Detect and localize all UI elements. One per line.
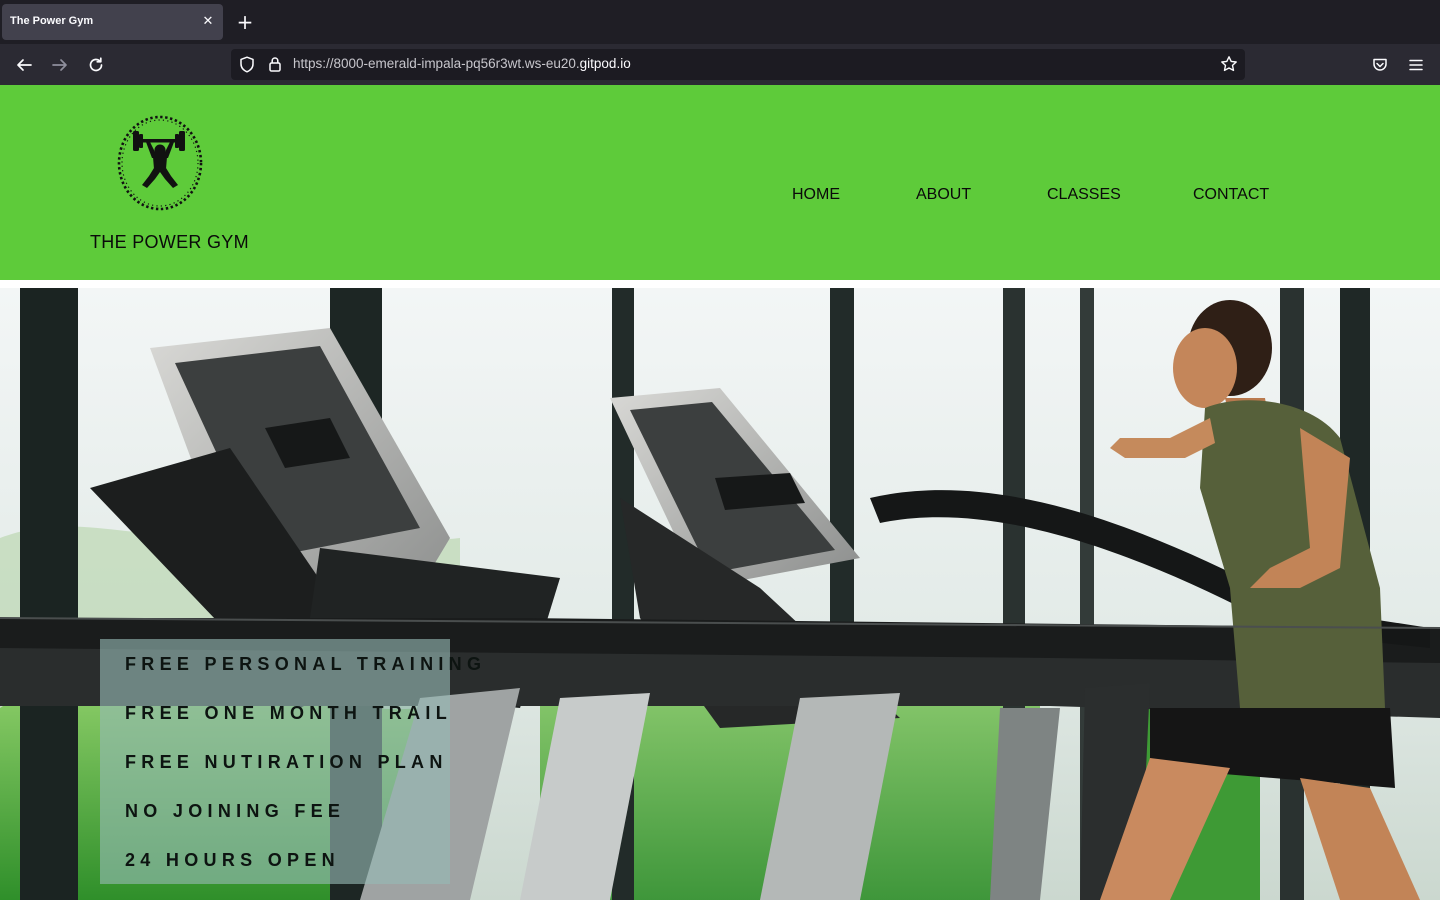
new-tab-icon[interactable]: + xyxy=(234,11,256,33)
tab-title: The Power Gym xyxy=(10,15,94,27)
hero-section: FREE PERSONAL TRAINING FREE ONE MONTH TR… xyxy=(0,288,1440,900)
offer-one-month-trial: FREE ONE MONTH TRAIL xyxy=(125,703,452,723)
star-icon[interactable] xyxy=(1217,52,1241,76)
browser-tab-bar: The Power Gym ✕ + xyxy=(0,0,1440,44)
browser-tab[interactable]: The Power Gym ✕ xyxy=(2,4,223,40)
nav-item-home[interactable]: HOME xyxy=(792,186,840,204)
weightlifter-logo-icon xyxy=(117,115,203,211)
address-bar[interactable]: https://8000-emerald-impala-pq56r3wt.ws-… xyxy=(231,49,1245,80)
browser-toolbar: https://8000-emerald-impala-pq56r3wt.ws-… xyxy=(0,44,1440,85)
offer-24-hours-open: 24 HOURS OPEN xyxy=(125,850,340,870)
nav-item-classes[interactable]: CLASSES xyxy=(1047,186,1121,204)
pocket-icon[interactable] xyxy=(1368,53,1392,77)
brand-name: THE POWER GYM xyxy=(90,232,249,252)
shield-icon[interactable] xyxy=(235,52,259,76)
offer-personal-training: FREE PERSONAL TRAINING xyxy=(125,654,487,674)
url-text[interactable]: https://8000-emerald-impala-pq56r3wt.ws-… xyxy=(293,56,631,71)
back-arrow-icon[interactable] xyxy=(12,53,36,77)
nav-item-about[interactable]: ABOUT xyxy=(916,186,971,204)
offer-no-joining-fee: NO JOINING FEE xyxy=(125,801,346,821)
nav-item-contact[interactable]: CONTACT xyxy=(1193,186,1269,204)
offer-nutrition-plan: FREE NUTIRATION PLAN xyxy=(125,752,448,772)
reload-icon[interactable] xyxy=(84,53,108,77)
url-prefix: https://8000-emerald-impala-pq56r3wt.ws-… xyxy=(293,56,580,71)
tab-close-icon[interactable]: ✕ xyxy=(199,13,217,31)
hamburger-menu-icon[interactable] xyxy=(1404,53,1428,77)
offers-panel: FREE PERSONAL TRAINING FREE ONE MONTH TR… xyxy=(100,639,481,884)
logo[interactable]: THE POWER GYM xyxy=(78,101,249,261)
lock-icon[interactable] xyxy=(263,52,287,76)
site-header: THE POWER GYM HOME ABOUT CLASSES CONTACT xyxy=(0,85,1440,280)
url-host: gitpod.io xyxy=(579,56,631,71)
forward-arrow-icon[interactable] xyxy=(48,53,72,77)
